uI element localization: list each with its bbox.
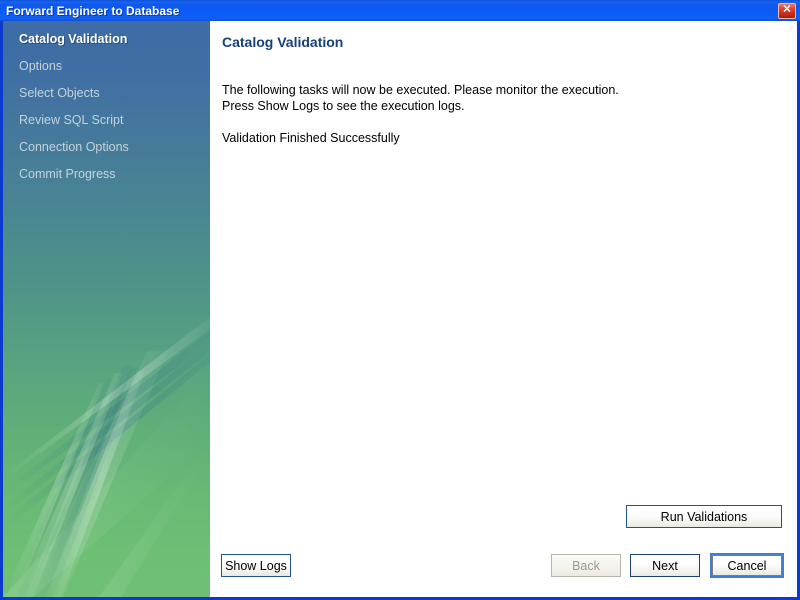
instructions-line-1: The following tasks will now be executed… xyxy=(222,82,619,98)
close-icon: ✕ xyxy=(782,5,791,16)
next-button[interactable]: Next xyxy=(630,554,700,577)
cancel-button[interactable]: Cancel xyxy=(710,553,784,578)
sidebar-item-label: Options xyxy=(19,59,62,73)
wizard-content-pane: Catalog Validation The following tasks w… xyxy=(210,21,797,597)
run-validations-button[interactable]: Run Validations xyxy=(626,505,782,528)
sidebar-item-label: Commit Progress xyxy=(19,167,116,181)
wizard-window: Forward Engineer to Database ✕ xyxy=(0,0,800,600)
show-logs-button[interactable]: Show Logs xyxy=(221,554,291,577)
window-titlebar: Forward Engineer to Database ✕ xyxy=(0,0,800,21)
sidebar-item-label: Review SQL Script xyxy=(19,113,123,127)
sidebar-item-connection-options[interactable]: Connection Options xyxy=(3,134,210,161)
sidebar-item-catalog-validation[interactable]: Catalog Validation xyxy=(3,26,210,53)
sidebar-item-label: Catalog Validation xyxy=(19,32,127,46)
sidebar-item-review-sql-script[interactable]: Review SQL Script xyxy=(3,107,210,134)
sidebar-item-label: Select Objects xyxy=(19,86,100,100)
back-button[interactable]: Back xyxy=(551,554,621,577)
cancel-button-label: Cancel xyxy=(712,555,782,576)
instructions-line-2: Press Show Logs to see the execution log… xyxy=(222,98,619,114)
validation-status-text: Validation Finished Successfully xyxy=(222,130,619,146)
window-client-area: Catalog Validation Options Select Object… xyxy=(3,21,797,597)
close-button[interactable]: ✕ xyxy=(778,3,796,19)
wizard-step-sidebar: Catalog Validation Options Select Object… xyxy=(3,21,210,597)
page-title: Catalog Validation xyxy=(222,34,343,50)
sidebar-item-options[interactable]: Options xyxy=(3,53,210,80)
instructions-block: The following tasks will now be executed… xyxy=(222,82,619,146)
sidebar-item-select-objects[interactable]: Select Objects xyxy=(3,80,210,107)
wizard-step-list: Catalog Validation Options Select Object… xyxy=(3,21,210,188)
sidebar-item-label: Connection Options xyxy=(19,140,129,154)
window-title: Forward Engineer to Database xyxy=(0,4,179,18)
sidebar-item-commit-progress[interactable]: Commit Progress xyxy=(3,161,210,188)
